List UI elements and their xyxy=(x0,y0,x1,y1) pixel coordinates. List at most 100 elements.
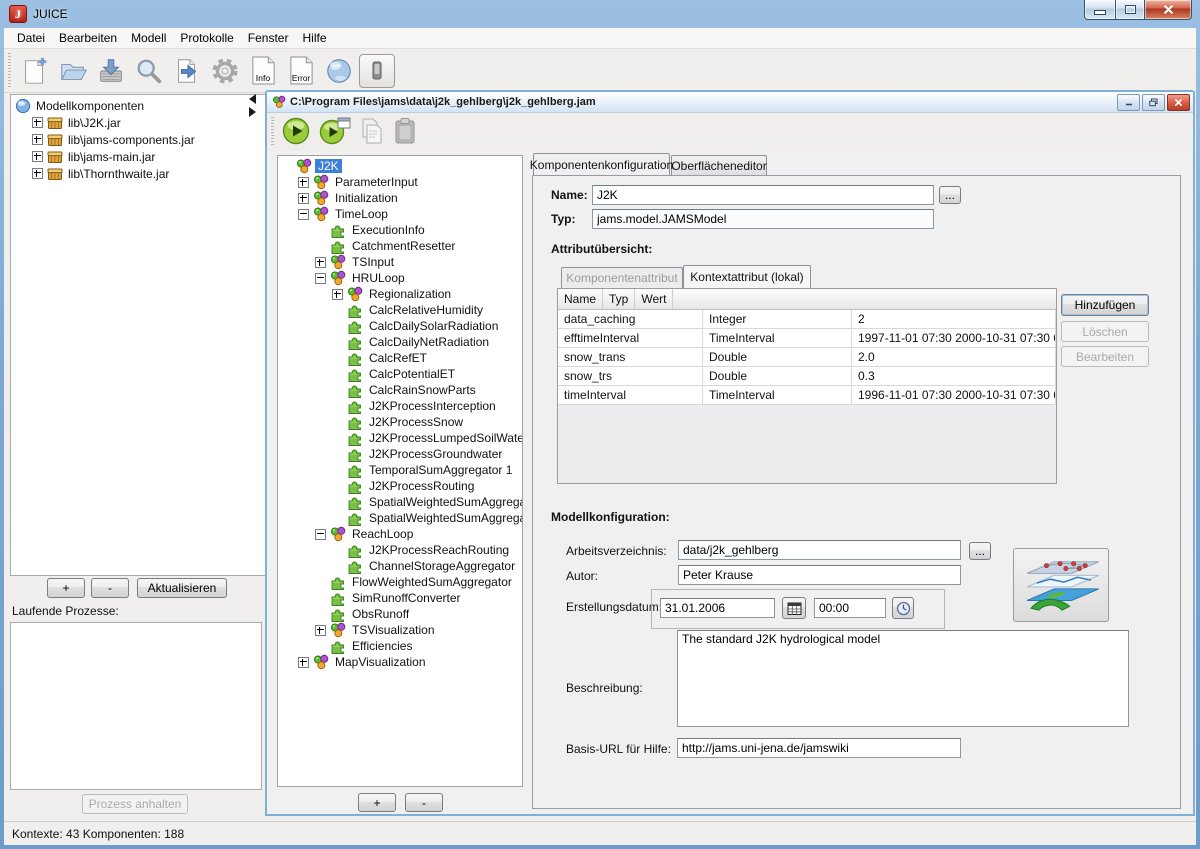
attribute-table[interactable]: NameTypWert data_caching Integer 2 xyxy=(557,288,1057,484)
model-tree-node[interactable]: CalcRainSnowParts xyxy=(332,382,522,398)
jar-tree-item[interactable]: lib\jams-main.jar xyxy=(32,148,265,165)
attribute-row[interactable]: snow_trans Double 2.0 xyxy=(558,348,1056,367)
calendar-button[interactable] xyxy=(782,597,806,619)
map-layers-button[interactable] xyxy=(1013,548,1109,622)
model-tree[interactable]: J2K xyxy=(277,155,523,787)
model-tree-node[interactable]: TSVisualization xyxy=(315,622,522,638)
author-input[interactable] xyxy=(678,565,961,585)
titlebar[interactable]: J JUICE xyxy=(0,0,1200,28)
clock-button[interactable] xyxy=(892,597,914,619)
model-tree-node[interactable]: TimeLoop xyxy=(298,206,522,222)
close-button[interactable] xyxy=(1145,0,1192,20)
jar-tree-item[interactable]: lib\Thornthwaite.jar xyxy=(32,165,265,182)
attribute-tab[interactable]: Komponentenattribut xyxy=(561,267,683,288)
library-refresh-button[interactable]: Aktualisieren xyxy=(137,578,227,598)
model-tree-node[interactable]: ObsRunoff xyxy=(315,606,522,622)
attribute-tab[interactable]: Kontextattribut (lokal) xyxy=(683,265,811,288)
workdir-browse-button[interactable]: ... xyxy=(969,542,991,560)
info-log-button[interactable]: Info xyxy=(244,53,282,89)
model-tree-node[interactable]: J2KProcessLumpedSoilWater xyxy=(332,430,522,446)
column-header[interactable]: Name xyxy=(558,289,603,309)
model-tree-node[interactable]: SpatialWeightedSumAggregator 1 xyxy=(332,494,522,510)
expander-icon[interactable] xyxy=(298,657,309,668)
model-tree-node[interactable]: J2KProcessInterception xyxy=(332,398,522,414)
frame-minimize-button[interactable] xyxy=(1117,94,1140,111)
minimize-button[interactable] xyxy=(1084,0,1116,20)
expander-icon[interactable] xyxy=(32,151,43,162)
column-header[interactable]: Typ xyxy=(603,289,635,309)
model-tree-node[interactable]: CalcPotentialET xyxy=(332,366,522,382)
model-tree-node[interactable]: J2K xyxy=(281,158,522,174)
model-tree-node[interactable]: ExecutionInfo xyxy=(315,222,522,238)
menu-item[interactable]: Modell xyxy=(124,29,173,47)
copy-button[interactable] xyxy=(359,117,385,148)
model-tree-node[interactable]: Regionalization xyxy=(332,286,522,302)
description-textarea[interactable]: The standard J2K hydrological model xyxy=(677,630,1129,727)
expander-icon[interactable] xyxy=(32,134,43,145)
attribute-row[interactable]: efftimeInterval TimeInterval 1997-11-01 … xyxy=(558,329,1056,348)
run-model-button[interactable] xyxy=(281,116,311,149)
running-processes-list[interactable] xyxy=(10,622,262,790)
model-tree-node[interactable]: Efficiencies xyxy=(315,638,522,654)
menu-item[interactable]: Protokolle xyxy=(173,29,240,47)
attribute-row[interactable]: snow_trs Double 0.3 xyxy=(558,367,1056,386)
model-tree-add-button[interactable]: + xyxy=(358,793,396,812)
library-remove-button[interactable]: - xyxy=(91,578,129,598)
model-toolbar-grip[interactable] xyxy=(271,117,274,147)
menu-item[interactable]: Datei xyxy=(10,29,52,47)
model-tree-node[interactable]: CatchmentResetter xyxy=(315,238,522,254)
collapse-right-icon[interactable] xyxy=(249,107,256,117)
save-model-button[interactable] xyxy=(92,53,130,89)
config-tab[interactable]: Komponentenkonfiguration xyxy=(533,153,670,175)
model-tree-node[interactable]: ReachLoop xyxy=(315,526,522,542)
frame-close-button[interactable] xyxy=(1167,94,1190,111)
expander-icon[interactable] xyxy=(32,168,43,179)
device-toggle-button[interactable] xyxy=(358,53,396,89)
model-tree-node[interactable]: SpatialWeightedSumAggregator 2 xyxy=(332,510,522,526)
library-add-button[interactable]: + xyxy=(47,578,85,598)
expander-icon[interactable] xyxy=(315,257,326,268)
search-button[interactable] xyxy=(130,53,168,89)
model-tree-node[interactable]: SimRunoffConverter xyxy=(315,590,522,606)
expander-icon[interactable] xyxy=(298,177,309,188)
attribute-row[interactable]: data_caching Integer 2 xyxy=(558,310,1056,329)
import-button[interactable] xyxy=(168,53,206,89)
model-tree-node[interactable]: Initialization xyxy=(298,190,522,206)
open-model-button[interactable] xyxy=(54,53,92,89)
model-tree-remove-button[interactable]: - xyxy=(405,793,443,812)
model-tree-node[interactable]: ChannelStorageAggregator xyxy=(332,558,522,574)
expander-icon[interactable] xyxy=(32,117,43,128)
model-tree-node[interactable]: CalcDailyNetRadiation xyxy=(332,334,522,350)
component-library-tree[interactable]: Modellkomponenten lib\J2K.j xyxy=(10,94,266,576)
attribute-add-button[interactable]: Hinzufügen xyxy=(1061,294,1149,316)
expander-icon[interactable] xyxy=(315,625,326,636)
model-frame-titlebar[interactable]: C:\Program Files\jams\data\j2k_gehlberg\… xyxy=(267,92,1193,113)
menu-item[interactable]: Fenster xyxy=(241,29,296,47)
paste-button[interactable] xyxy=(393,117,417,148)
tree-root-row[interactable]: Modellkomponenten xyxy=(15,97,265,114)
toolbar-grip[interactable] xyxy=(8,53,11,88)
model-tree-node[interactable]: TSInput xyxy=(315,254,522,270)
name-browse-button[interactable]: ... xyxy=(939,186,961,204)
web-button[interactable] xyxy=(320,53,358,89)
model-tree-node[interactable]: J2KProcessReachRouting xyxy=(332,542,522,558)
time-input[interactable] xyxy=(814,598,886,618)
splitpane-divider[interactable] xyxy=(249,94,259,117)
model-tree-node[interactable]: J2KProcessSnow xyxy=(332,414,522,430)
error-log-button[interactable]: Error xyxy=(282,53,320,89)
help-url-input[interactable] xyxy=(677,738,961,758)
collapse-left-icon[interactable] xyxy=(249,94,256,104)
model-tree-node[interactable]: HRULoop xyxy=(315,270,522,286)
model-tree-node[interactable]: J2KProcessRouting xyxy=(332,478,522,494)
config-tab[interactable]: Oberflächeneditor xyxy=(671,155,767,175)
model-tree-node[interactable]: J2KProcessGroundwater xyxy=(332,446,522,462)
date-input[interactable] xyxy=(660,598,775,618)
model-tree-node[interactable]: TemporalSumAggregator 1 xyxy=(332,462,522,478)
new-model-button[interactable] xyxy=(16,53,54,89)
run-model-gui-button[interactable] xyxy=(319,116,351,149)
expander-icon[interactable] xyxy=(332,289,343,300)
jar-tree-item[interactable]: lib\jams-components.jar xyxy=(32,131,265,148)
expander-icon[interactable] xyxy=(315,273,326,284)
menu-item[interactable]: Hilfe xyxy=(295,29,333,47)
model-tree-node[interactable]: CalcDailySolarRadiation xyxy=(332,318,522,334)
